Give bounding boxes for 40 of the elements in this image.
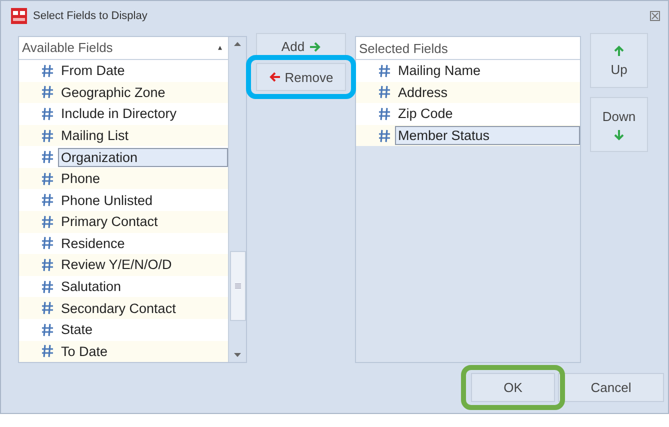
- list-item[interactable]: Member Status: [395, 126, 580, 146]
- field-icon: [41, 280, 54, 294]
- arrow-right-icon: [308, 40, 321, 52]
- move-down-button[interactable]: Down: [590, 97, 648, 152]
- transfer-button[interactable]: Remove: [256, 63, 346, 91]
- move-up-button[interactable]: Up: [590, 33, 648, 88]
- arrow-left-icon: [268, 71, 281, 83]
- list-item[interactable]: Phone: [58, 169, 104, 188]
- field-icon: [41, 106, 54, 121]
- field-icon: [41, 64, 54, 78]
- scroll-down-icon: [233, 352, 242, 358]
- app-logo-icon: [11, 8, 27, 24]
- header-label: Selected Fields: [359, 40, 448, 56]
- cancel-button[interactable]: Cancel: [558, 373, 664, 402]
- window-title: Select Fields to Display: [33, 10, 148, 22]
- field-icon: [378, 85, 391, 100]
- field-icon: [378, 128, 391, 143]
- field-icon: [41, 322, 54, 337]
- list-item[interactable]: Organization: [58, 148, 228, 167]
- field-icon: [41, 172, 54, 186]
- close-icon[interactable]: [650, 11, 660, 21]
- field-icon: [41, 344, 54, 358]
- field-icon: [378, 64, 391, 78]
- scrollbar[interactable]: [228, 37, 246, 362]
- list-item[interactable]: State: [58, 320, 96, 340]
- field-icon: [41, 150, 54, 164]
- ok-button[interactable]: OK: [471, 373, 555, 402]
- field-icon: [41, 258, 54, 272]
- arrow-down-icon: [613, 128, 625, 140]
- field-icon: [41, 236, 54, 250]
- field-icon: [378, 106, 391, 121]
- field-icon: [41, 193, 54, 208]
- header-label: Available Fields: [22, 40, 113, 56]
- sort-indicator: ▴: [218, 43, 222, 52]
- field-icon: [41, 301, 54, 316]
- field-icon: [41, 214, 54, 229]
- arrow-up-icon: [613, 44, 625, 56]
- field-icon: [41, 128, 54, 142]
- field-icon: [41, 85, 54, 100]
- scroll-up-icon: [233, 41, 242, 47]
